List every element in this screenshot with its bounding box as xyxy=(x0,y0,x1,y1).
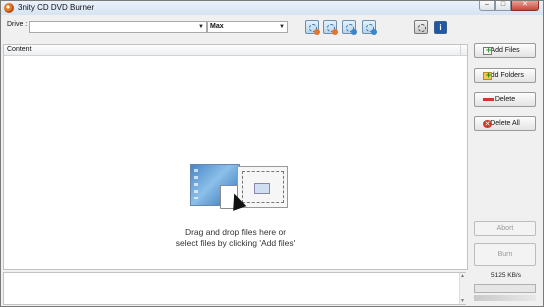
title-bar[interactable]: 3nity CD DVD Burner – □ ✕ xyxy=(1,1,543,15)
delete-all-button[interactable]: ✕ Delete All xyxy=(474,116,536,131)
abort-label: Abort xyxy=(496,225,514,232)
speed-dropdown-value: Max xyxy=(210,23,224,30)
status-strip xyxy=(474,295,536,301)
burn-label: Burn xyxy=(497,251,513,258)
delete-all-label: Delete All xyxy=(490,120,520,127)
transfer-speed: 5125 KB/s xyxy=(491,272,521,279)
add-folder-icon xyxy=(483,69,492,82)
burn-button[interactable]: Burn xyxy=(474,243,536,266)
content-header-label: Content xyxy=(7,46,32,53)
settings-button[interactable] xyxy=(414,20,428,34)
speed-dropdown[interactable]: Max ▼ xyxy=(207,21,288,33)
log-area[interactable] xyxy=(3,272,466,305)
content-column-header[interactable]: Content xyxy=(4,45,467,56)
progress-bar xyxy=(474,284,536,293)
chevron-down-icon: ▼ xyxy=(279,24,285,30)
log-scrollbar[interactable] xyxy=(459,273,466,304)
app-icon xyxy=(4,3,14,13)
info-button[interactable]: i xyxy=(434,21,447,34)
drive-label: Drive : xyxy=(7,21,28,28)
delete-button[interactable]: Delete xyxy=(474,92,536,107)
close-button[interactable]: ✕ xyxy=(511,1,539,11)
delete-all-icon: ✕ xyxy=(483,120,492,128)
drive-dropdown[interactable]: ▼ xyxy=(29,21,207,33)
header-scroll-spacer xyxy=(460,45,468,56)
info-icon: i xyxy=(439,23,442,32)
burn-video-button[interactable] xyxy=(342,20,357,35)
add-folders-button[interactable]: Add Folders xyxy=(474,68,536,83)
add-files-label: Add Files xyxy=(490,47,520,54)
delete-label: Delete xyxy=(494,96,516,103)
settings-icon xyxy=(414,20,428,34)
minimize-button[interactable]: – xyxy=(479,1,495,11)
window-title: 3nity CD DVD Burner xyxy=(18,3,95,12)
burn-data-button[interactable] xyxy=(305,20,320,35)
app-window: 3nity CD DVD Burner – □ ✕ Drive : ▼ Max … xyxy=(0,0,544,307)
drop-hint-line1: Drag and drop files here or xyxy=(184,227,287,237)
abort-button[interactable]: Abort xyxy=(474,221,536,236)
add-file-icon xyxy=(483,44,492,57)
content-panel[interactable]: Content Drag and drop files here or sele… xyxy=(3,44,468,270)
add-files-button[interactable]: Add Files xyxy=(474,43,536,58)
burn-image-button[interactable] xyxy=(362,20,377,35)
drop-hint-line2: select files by clicking 'Add files' xyxy=(175,238,296,248)
burn-audio-button[interactable] xyxy=(323,20,338,35)
chevron-down-icon: ▼ xyxy=(198,24,204,30)
maximize-button[interactable]: □ xyxy=(495,1,511,11)
drag-drop-illustration xyxy=(190,119,290,215)
minus-icon xyxy=(483,98,494,101)
